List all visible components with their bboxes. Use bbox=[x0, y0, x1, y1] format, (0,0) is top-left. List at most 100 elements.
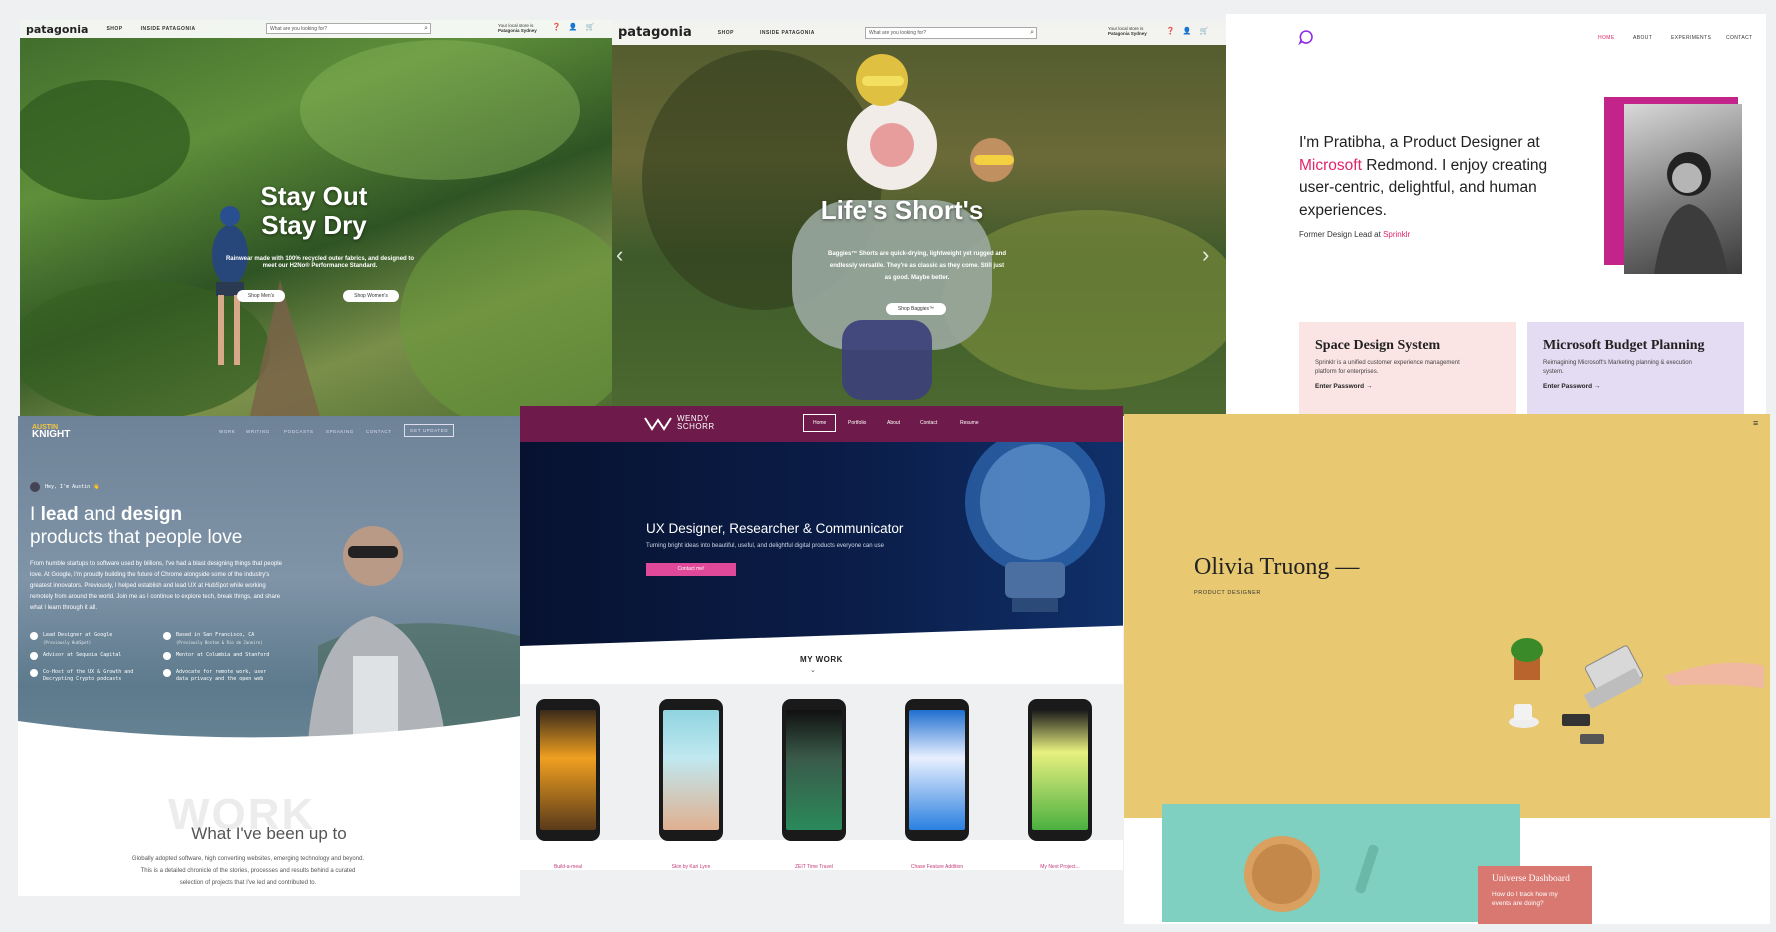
nav-home[interactable]: Home bbox=[803, 414, 837, 432]
bullet-location: Based in San Francisco, CA (Previously Bo… bbox=[163, 632, 263, 646]
search-icon[interactable]: ⌕ bbox=[424, 24, 428, 34]
avatar bbox=[30, 482, 40, 492]
nav-about[interactable]: ABOUT bbox=[1633, 35, 1652, 41]
nav-work[interactable]: WORK bbox=[219, 429, 235, 434]
portrait-photo bbox=[1624, 104, 1742, 274]
card-title: Space Design System bbox=[1315, 338, 1441, 353]
label-next-project[interactable]: My Next Project... bbox=[1015, 864, 1105, 870]
store-selector[interactable]: Your local store is Patagonia Sydney bbox=[1108, 26, 1147, 36]
intro-text: I'm Pratibha, a Product Designer at Micr… bbox=[1299, 134, 1548, 219]
hamburger-icon[interactable]: ≡ bbox=[1753, 418, 1758, 428]
nav-portfolio[interactable]: Portfolio bbox=[848, 420, 866, 426]
hero-subtext: Baggies™ Shorts are quick-drying, lightw… bbox=[827, 251, 1007, 281]
search-input[interactable]: What are you looking for? ⌕ bbox=[865, 27, 1037, 39]
sprinklr-link[interactable]: Sprinklr bbox=[1383, 230, 1410, 239]
get-updated-button[interactable]: GET UPDATED bbox=[404, 424, 455, 437]
label-build-a-meal[interactable]: Build-a-meal bbox=[523, 864, 613, 870]
space-design-system-card[interactable]: Space Design System Sprinklr is a unifie… bbox=[1299, 322, 1516, 414]
account-icon[interactable]: 👤 bbox=[569, 23, 578, 31]
nav-contact[interactable]: CONTACT bbox=[1726, 35, 1753, 41]
store-selector[interactable]: Your local store is Patagonia Sydney bbox=[498, 23, 537, 33]
graduation-icon bbox=[163, 652, 171, 660]
podcast-icon bbox=[30, 669, 38, 677]
label-skin[interactable]: Skin by Kari Lynn bbox=[646, 864, 736, 870]
patagonia-baggies-screenshot: patagonia SHOP INSIDE PATAGONIA What are… bbox=[612, 20, 1226, 416]
card-subtitle: How do I track how my events are doing? bbox=[1492, 891, 1558, 907]
chevron-down-icon[interactable]: ⌄ bbox=[810, 666, 816, 674]
intro-paragraph: From humble startups to software used by… bbox=[30, 561, 282, 611]
hero-title: UX Designer, Researcher & Communicator bbox=[646, 521, 904, 536]
bullet-sequoia: Advisor at Sequoia Capital bbox=[30, 652, 121, 660]
phone-zeit[interactable] bbox=[782, 699, 846, 841]
wendy-schorr-screenshot: WENDY SCHORR Home Portfolio About Contact… bbox=[520, 406, 1123, 870]
hero-headline: Stay Out Stay Dry bbox=[260, 181, 368, 240]
greeting: Hey, I'm Austin 👋 bbox=[30, 482, 99, 492]
account-icon[interactable]: 👤 bbox=[1183, 27, 1192, 35]
nav-contact[interactable]: Contact bbox=[920, 420, 937, 426]
enter-password-link[interactable]: Enter Password → bbox=[1543, 383, 1728, 390]
nav-speaking[interactable]: SPEAKING bbox=[326, 429, 354, 434]
enter-password-link[interactable]: Enter Password → bbox=[1315, 383, 1500, 390]
pratibha-portfolio-screenshot: HOME ABOUT EXPERIMENTS CONTACT I'm Prati… bbox=[1226, 14, 1766, 414]
card-title: Universe Dashboard bbox=[1492, 874, 1570, 884]
name-title: Olivia Truong — bbox=[1194, 554, 1360, 580]
nav-home[interactable]: HOME bbox=[1598, 35, 1615, 41]
search-input[interactable]: What are you looking for? ⌕ bbox=[266, 23, 431, 34]
logo[interactable]: AUSTIN KNIGHT bbox=[32, 424, 70, 440]
cart-icon[interactable]: 🛒 bbox=[1199, 27, 1208, 35]
universe-card-label[interactable]: Universe Dashboard How do I track how my… bbox=[1478, 866, 1592, 924]
microsoft-highlight: Microsoft bbox=[1299, 156, 1362, 174]
label-zeit[interactable]: ZEIT Time Travel bbox=[769, 864, 859, 870]
my-work-title: MY WORK bbox=[800, 655, 843, 664]
card-desc: Reimagining Microsoft's Marketing planni… bbox=[1543, 360, 1692, 375]
nav-inside-patagonia[interactable]: INSIDE PATAGONIA bbox=[760, 30, 815, 36]
carousel-next-arrow[interactable]: › bbox=[1202, 242, 1209, 268]
logo[interactable]: WENDY SCHORR bbox=[644, 415, 715, 431]
pie-image bbox=[1244, 836, 1379, 912]
nav-experiments[interactable]: EXPERIMENTS bbox=[1671, 35, 1711, 41]
nav-podcasts[interactable]: PODCASTS bbox=[284, 429, 314, 434]
bullet-advocate: Advocate for remote work, user data priva… bbox=[163, 669, 266, 683]
bullet-podcast: Co-Host of the UX & Growth and Decrypting… bbox=[30, 669, 133, 683]
hero-subtext: Rainwear made with 100% recycled outer f… bbox=[225, 256, 415, 269]
olivia-truong-screenshot: ≡ Olivia Truong — PRODUCT DESIGNER Unive… bbox=[1124, 414, 1770, 924]
budget-planning-card[interactable]: Microsoft Budget Planning Reimagining Mi… bbox=[1527, 322, 1744, 414]
phone-next-project[interactable] bbox=[1028, 699, 1092, 841]
lightbulb-image bbox=[965, 442, 1105, 612]
nav-inside-patagonia[interactable]: INSIDE PATAGONIA bbox=[141, 26, 196, 32]
label-chase[interactable]: Chase Feature Addition bbox=[892, 864, 982, 870]
nav-resume[interactable]: Resume bbox=[960, 420, 979, 426]
patagonia-logo[interactable]: patagonia bbox=[618, 25, 692, 40]
contact-me-button[interactable]: Contact me! bbox=[646, 563, 736, 576]
nav-contact[interactable]: CONTACT bbox=[366, 429, 392, 434]
globe-icon bbox=[163, 669, 171, 677]
card-desc: Sprinklr is a unified customer experienc… bbox=[1315, 360, 1460, 375]
arrow-right-icon: → bbox=[1365, 383, 1373, 390]
nav-shop[interactable]: SHOP bbox=[106, 26, 122, 32]
ws-logo-icon bbox=[644, 417, 672, 431]
phone-chase[interactable] bbox=[905, 699, 969, 841]
phone-build-a-meal[interactable] bbox=[536, 699, 600, 841]
patagonia-jungle-screenshot: patagonia SHOP INSIDE PATAGONIA What are… bbox=[20, 20, 612, 416]
bullet-mentor: Mentor at Columbia and Stanford bbox=[163, 652, 269, 660]
speech-bubble-logo-icon[interactable] bbox=[1298, 29, 1314, 45]
nav-shop[interactable]: SHOP bbox=[718, 30, 734, 36]
phone-skin[interactable] bbox=[659, 699, 723, 841]
location-icon bbox=[163, 632, 171, 640]
search-icon[interactable]: ⌕ bbox=[1030, 28, 1034, 38]
nav-about[interactable]: About bbox=[887, 420, 900, 426]
shop-mens-button[interactable]: Shop Men's bbox=[237, 290, 285, 302]
help-icon[interactable]: ❓ bbox=[552, 23, 561, 31]
sequoia-icon bbox=[30, 652, 38, 660]
carousel-prev-arrow[interactable]: ‹ bbox=[616, 242, 623, 268]
universe-card-image[interactable] bbox=[1162, 804, 1520, 922]
nav-writing[interactable]: WRITING bbox=[246, 429, 270, 434]
google-icon bbox=[30, 632, 38, 640]
headline: I lead and design products that people l… bbox=[30, 504, 243, 548]
shop-womens-button[interactable]: Shop Women's bbox=[343, 290, 399, 302]
patagonia-logo[interactable]: patagonia bbox=[26, 23, 88, 36]
shop-baggies-button[interactable]: Shop Baggies™ bbox=[886, 303, 946, 315]
help-icon[interactable]: ❓ bbox=[1166, 27, 1175, 35]
cart-icon[interactable]: 🛒 bbox=[585, 23, 594, 31]
desk-scene-image bbox=[1509, 638, 1764, 744]
